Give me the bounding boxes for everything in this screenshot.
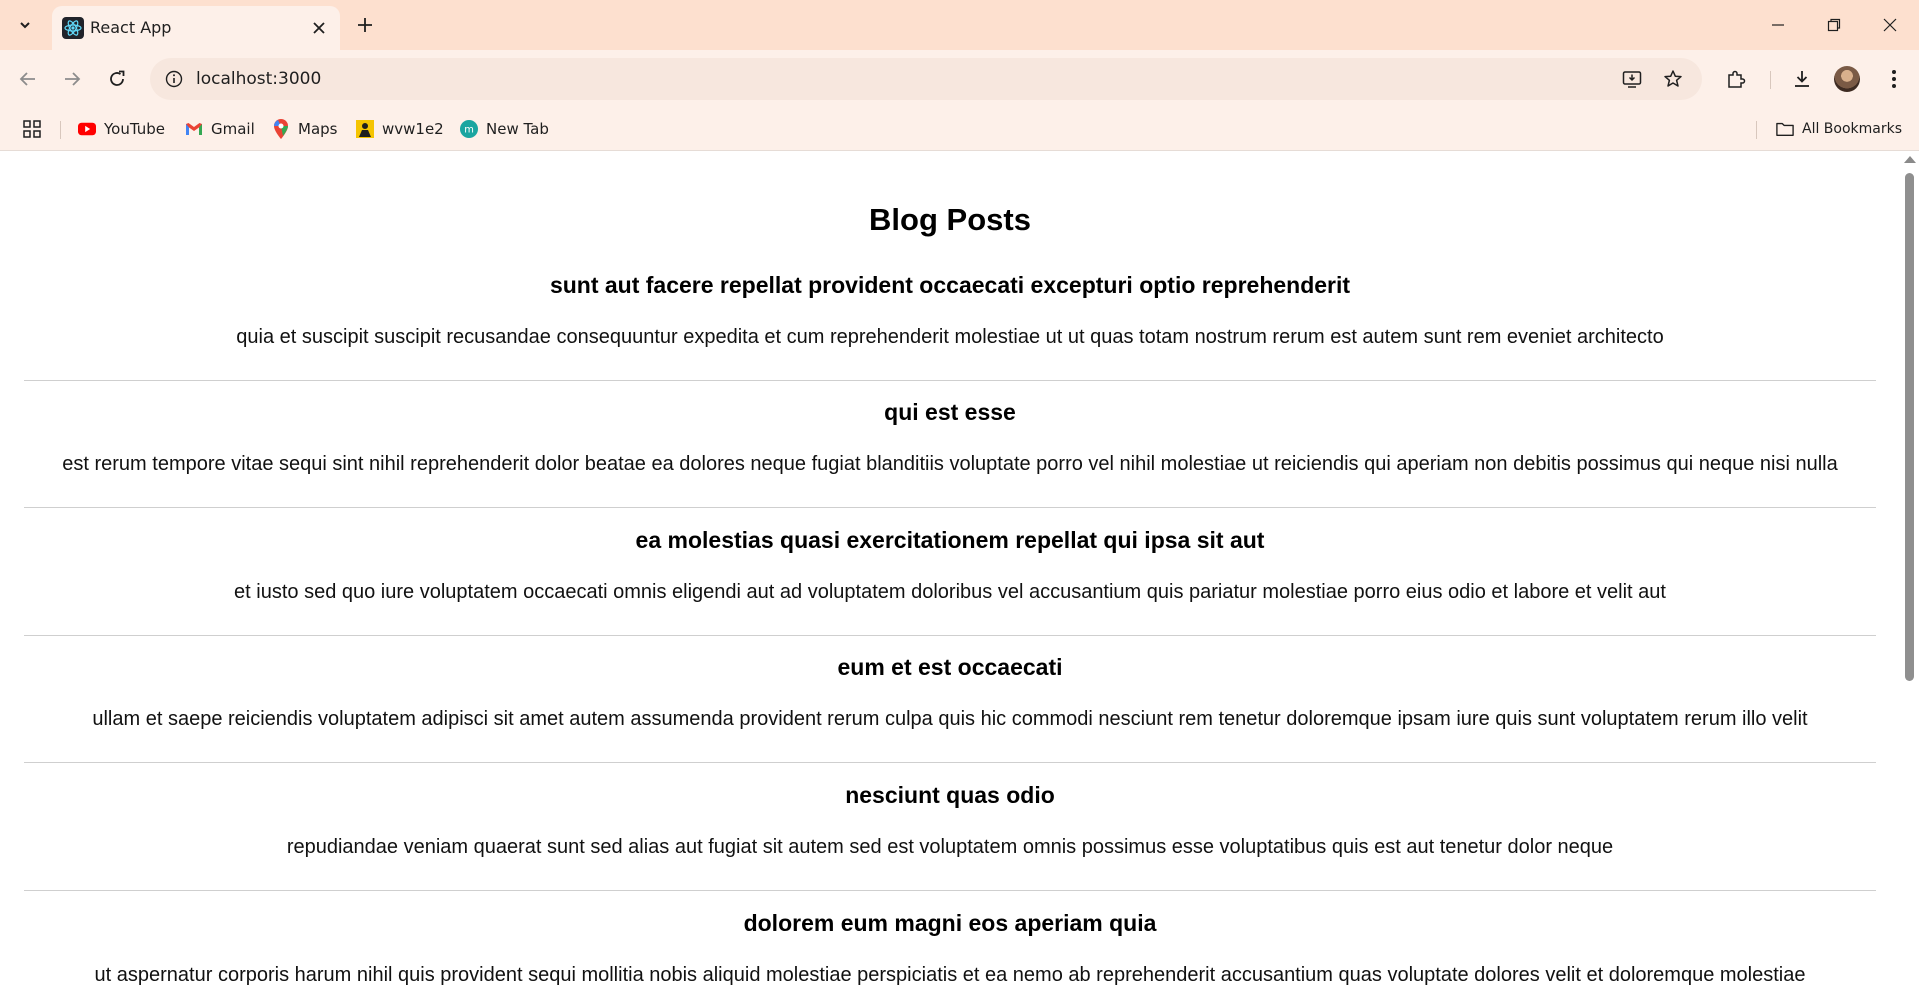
post-body: repudiandae veniam quaerat sunt sed alia… <box>286 836 1614 858</box>
back-button[interactable] <box>12 63 44 95</box>
post-title: nesciunt quas odio <box>845 782 1055 808</box>
post-title: dolorem eum magni eos aperiam quia <box>743 910 1157 936</box>
apps-button[interactable] <box>22 118 42 140</box>
forward-button[interactable] <box>56 63 88 95</box>
bookmark-gmail[interactable]: Gmail <box>185 118 255 140</box>
site-info-button[interactable] <box>160 65 188 93</box>
post-title: qui est esse <box>884 399 1016 425</box>
puzzle-icon <box>1728 70 1746 88</box>
install-app-button[interactable] <box>1618 65 1646 93</box>
post-body: ut aspernatur corporis harum nihil quis … <box>94 964 1806 986</box>
tune-icon <box>165 70 183 88</box>
post-body: ullam et saepe reiciendis voluptatem adi… <box>92 708 1808 730</box>
svg-text:m: m <box>464 125 474 136</box>
all-bookmarks-label: All Bookmarks <box>1802 121 1903 137</box>
active-tab[interactable]: React App <box>52 6 340 50</box>
extensions-button[interactable] <box>1720 63 1752 95</box>
address-bar[interactable]: localhost:3000 <box>150 58 1702 100</box>
post-item: sunt aut facere repellat provident occae… <box>24 253 1876 381</box>
minimize-icon <box>1772 24 1784 26</box>
bookmark-star-button[interactable] <box>1659 65 1687 93</box>
chevron-down-icon <box>20 22 30 29</box>
downloads-button[interactable] <box>1786 63 1818 95</box>
vertical-scrollbar[interactable] <box>1900 151 1919 1006</box>
bookmark-maps[interactable]: Maps <box>272 118 337 140</box>
profile-avatar[interactable] <box>1834 66 1860 92</box>
page-title: Blog Posts <box>869 202 1031 237</box>
more-vertical-icon <box>1892 70 1896 88</box>
install-icon <box>1622 71 1642 88</box>
post-title: ea molestias quasi exercitationem repell… <box>635 527 1265 553</box>
download-icon <box>1795 71 1809 87</box>
toolbar-divider <box>1770 71 1771 89</box>
arrow-left-icon <box>19 72 35 86</box>
post-body: et iusto sed quo iure voluptatem occaeca… <box>234 581 1666 603</box>
bookmark-new-tab[interactable]: m New Tab <box>460 118 549 140</box>
bookmark-favicon-icon <box>356 120 374 138</box>
folder-icon <box>1776 120 1794 138</box>
new-tab-button[interactable] <box>350 10 380 40</box>
post-item: qui est esse est rerum tempore vitae seq… <box>24 380 1876 508</box>
bookmark-wvw1e2[interactable]: wvw1e2 <box>356 118 444 140</box>
post-body: quia et suscipit suscipit recusandae con… <box>236 326 1664 348</box>
bookmarks-bar: YouTube Gmail Maps wvw1e2 m New Tab All … <box>0 108 1919 150</box>
browser-menu-button[interactable] <box>1878 63 1910 95</box>
post-item: ea molestias quasi exercitationem repell… <box>24 508 1876 636</box>
youtube-icon <box>78 120 96 138</box>
toolbar: localhost:3000 <box>0 50 1919 108</box>
close-icon <box>1883 18 1897 32</box>
tab-title: React App <box>90 18 172 37</box>
reload-button[interactable] <box>101 63 133 95</box>
restore-icon <box>1827 18 1841 32</box>
post-item: eum et est occaecati ullam et saepe reic… <box>24 635 1876 763</box>
plus-icon <box>358 18 372 32</box>
bookmark-label: YouTube <box>104 120 165 138</box>
post-item: dolorem eum magni eos aperiam quia ut as… <box>24 891 1876 1006</box>
bookmark-youtube[interactable]: YouTube <box>78 118 165 140</box>
close-window-button[interactable] <box>1863 0 1917 50</box>
scroll-up-arrow-icon[interactable] <box>1904 156 1916 163</box>
star-icon <box>1664 70 1682 87</box>
post-title: eum et est occaecati <box>837 654 1063 680</box>
bookmark-label: Maps <box>298 120 338 138</box>
post-title: sunt aut facere repellat provident occae… <box>549 272 1351 298</box>
arrow-right-icon <box>65 72 81 86</box>
react-logo-icon <box>62 17 84 39</box>
close-icon <box>313 22 325 34</box>
page-viewport: Blog Posts sunt aut facere repellat prov… <box>0 151 1900 1006</box>
post-item: nesciunt quas odio repudiandae veniam qu… <box>24 763 1876 891</box>
browser-chrome: React App localhost:3000 YouTube Gmail M… <box>0 0 1919 151</box>
gmail-icon <box>185 120 203 138</box>
reload-icon <box>110 70 125 86</box>
apps-grid-icon <box>23 120 41 138</box>
bookmark-label: Gmail <box>211 120 255 138</box>
tab-close-button[interactable] <box>306 15 332 41</box>
new-tab-favicon-icon: m <box>460 120 478 138</box>
url-text[interactable]: localhost:3000 <box>196 69 321 89</box>
bookmarks-divider <box>1756 121 1757 139</box>
title-bar: React App <box>0 0 1919 50</box>
tab-search-button[interactable] <box>10 10 40 40</box>
bookmark-label: New Tab <box>486 120 549 138</box>
bookmark-label: wvw1e2 <box>382 120 444 138</box>
bookmarks-divider <box>60 121 61 139</box>
scroll-thumb[interactable] <box>1905 173 1914 681</box>
minimize-button[interactable] <box>1751 0 1805 50</box>
all-bookmarks-button[interactable]: All Bookmarks <box>1776 118 1902 140</box>
maps-icon <box>272 119 290 139</box>
restore-button[interactable] <box>1807 0 1861 50</box>
post-body: est rerum tempore vitae sequi sint nihil… <box>62 453 1838 475</box>
